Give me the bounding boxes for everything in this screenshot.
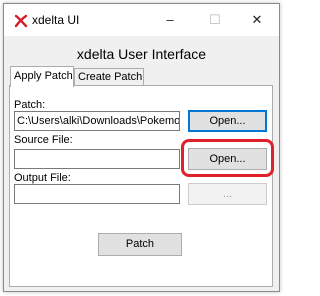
- title-bar[interactable]: xdelta UI – ☐ ✕: [4, 4, 279, 36]
- window-title: xdelta UI: [32, 13, 80, 27]
- patch-path-field[interactable]: C:\Users\alki\Downloads\Pokemor: [14, 111, 180, 131]
- apply-patch-panel: Patch: C:\Users\alki\Downloads\Pokemor O…: [9, 85, 274, 287]
- output-browse-button: ...: [188, 183, 267, 205]
- highlight-annotation: [181, 139, 274, 177]
- output-file-field[interactable]: [14, 184, 180, 204]
- app-window: xdelta UI – ☐ ✕ xdelta User Interface Ap…: [3, 3, 280, 292]
- source-file-label: Source File:: [14, 134, 73, 146]
- page-title: xdelta User Interface: [76, 46, 207, 62]
- tab-apply-patch[interactable]: Apply Patch: [10, 66, 74, 87]
- output-file-label: Output File:: [14, 172, 71, 184]
- minimize-button[interactable]: –: [148, 4, 192, 36]
- close-button[interactable]: ✕: [235, 4, 279, 36]
- maximize-button[interactable]: ☐: [193, 4, 237, 36]
- xdelta-icon: [14, 14, 28, 28]
- patch-label: Patch:: [14, 99, 46, 111]
- patch-button[interactable]: Patch: [98, 233, 182, 256]
- tab-create-patch[interactable]: Create Patch: [74, 68, 144, 85]
- patch-open-button[interactable]: Open...: [188, 110, 267, 132]
- source-file-field[interactable]: [14, 149, 180, 169]
